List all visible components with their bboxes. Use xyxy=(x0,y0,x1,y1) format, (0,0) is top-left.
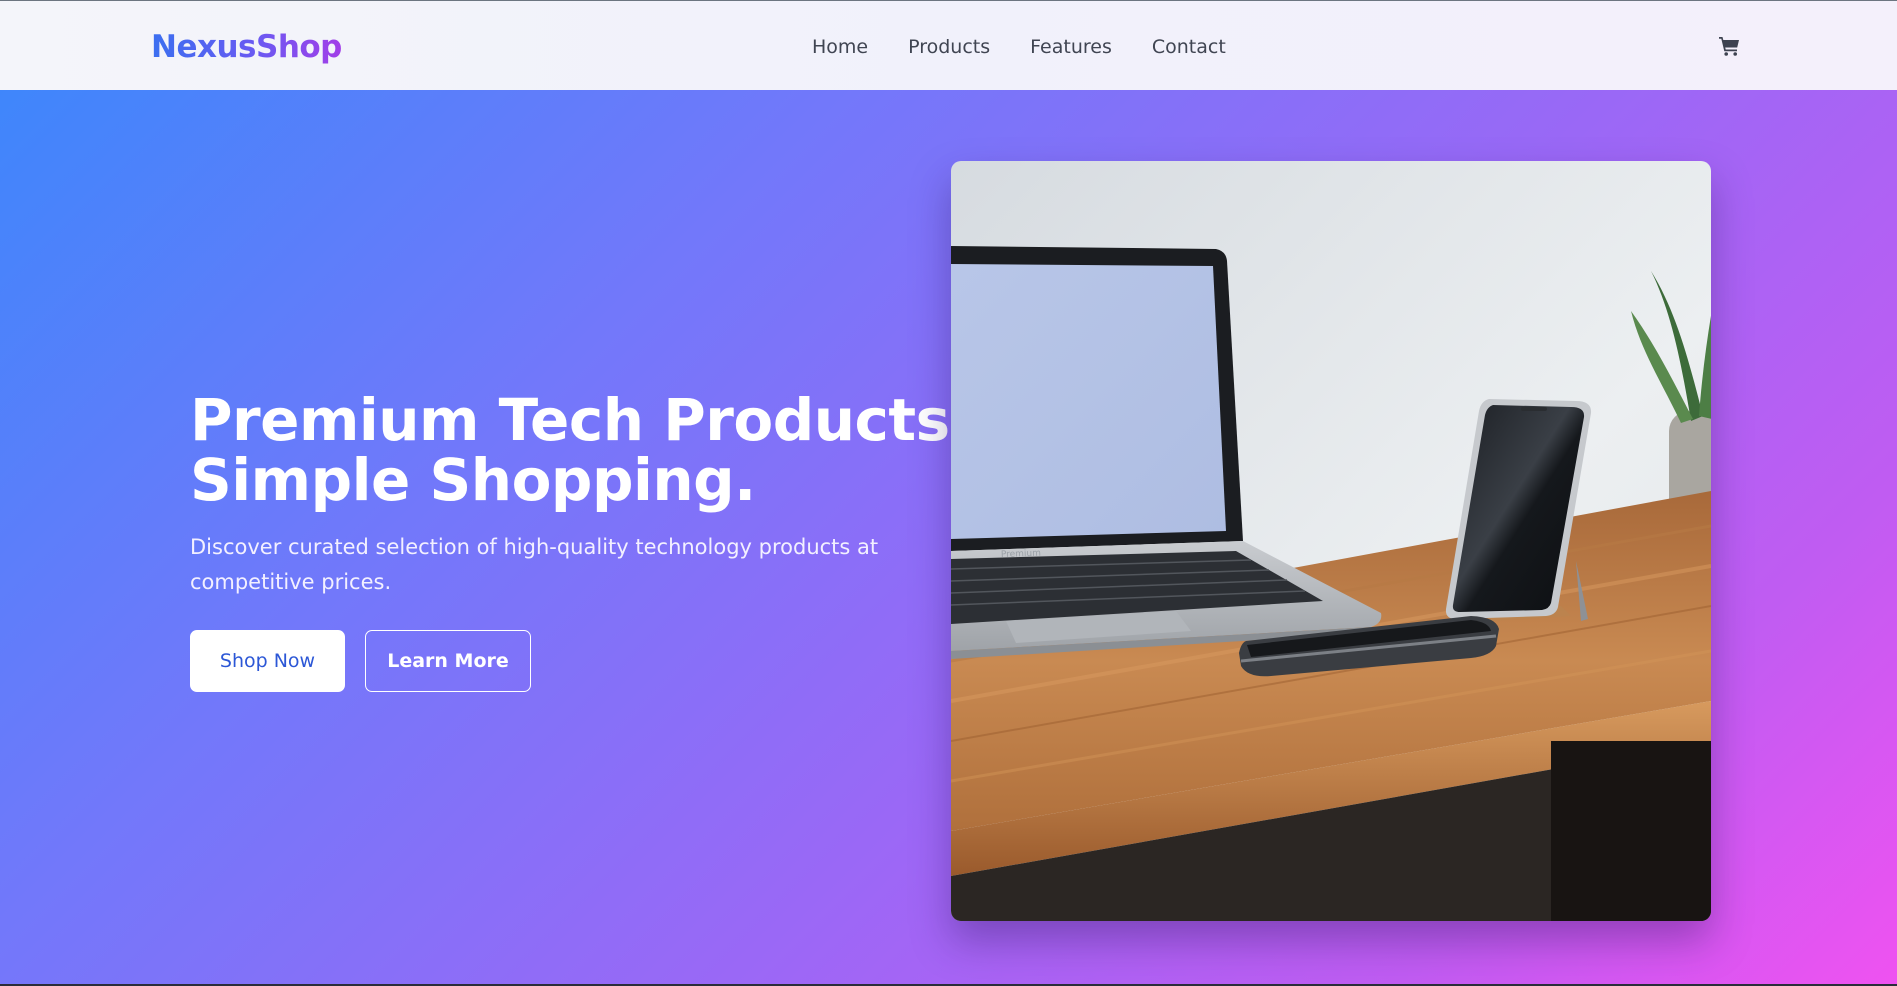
hero-product-image: Premium xyxy=(951,161,1711,921)
page: NexusShop Home Products Features Contact… xyxy=(0,0,1897,986)
hero-section: Premium Tech Products. Simple Shopping. … xyxy=(0,90,1897,984)
nav-item-products[interactable]: Products xyxy=(908,34,990,60)
brand-logo[interactable]: NexusShop xyxy=(151,28,342,66)
site-header: NexusShop Home Products Features Contact xyxy=(0,0,1897,90)
hero-title: Premium Tech Products. Simple Shopping. xyxy=(190,386,972,514)
shopping-cart-icon[interactable] xyxy=(1718,34,1742,58)
nav-item-features[interactable]: Features xyxy=(1030,34,1112,60)
hero-title-line-2: Simple Shopping. xyxy=(190,446,756,514)
hero-subtitle: Discover curated selection of high-quali… xyxy=(190,535,879,594)
main-nav: Home Products Features Contact xyxy=(812,34,1266,60)
learn-more-button[interactable]: Learn More xyxy=(365,630,531,692)
keyboard-brand-label: Premium xyxy=(1001,549,1041,560)
nav-item-contact[interactable]: Contact xyxy=(1152,34,1226,60)
hero-title-line-1: Premium Tech Products. xyxy=(190,386,972,454)
shop-now-button[interactable]: Shop Now xyxy=(190,630,345,692)
nav-item-home[interactable]: Home xyxy=(812,34,868,60)
